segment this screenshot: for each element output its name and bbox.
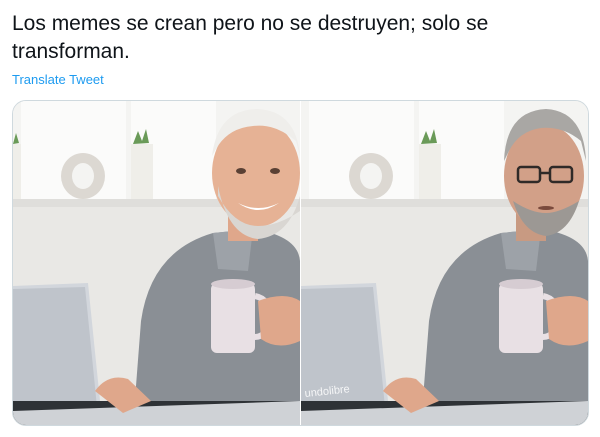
translate-tweet-link[interactable]: Translate Tweet [12, 72, 104, 87]
tweet-media[interactable]: undolibre [12, 100, 589, 426]
right-meme-photo[interactable]: undolibre [301, 101, 588, 425]
tweet-text: Los memes se crean pero no se destruyen;… [12, 12, 489, 63]
vase-icon [349, 153, 393, 199]
left-meme-photo[interactable] [13, 101, 300, 425]
vase-icon [61, 153, 105, 199]
